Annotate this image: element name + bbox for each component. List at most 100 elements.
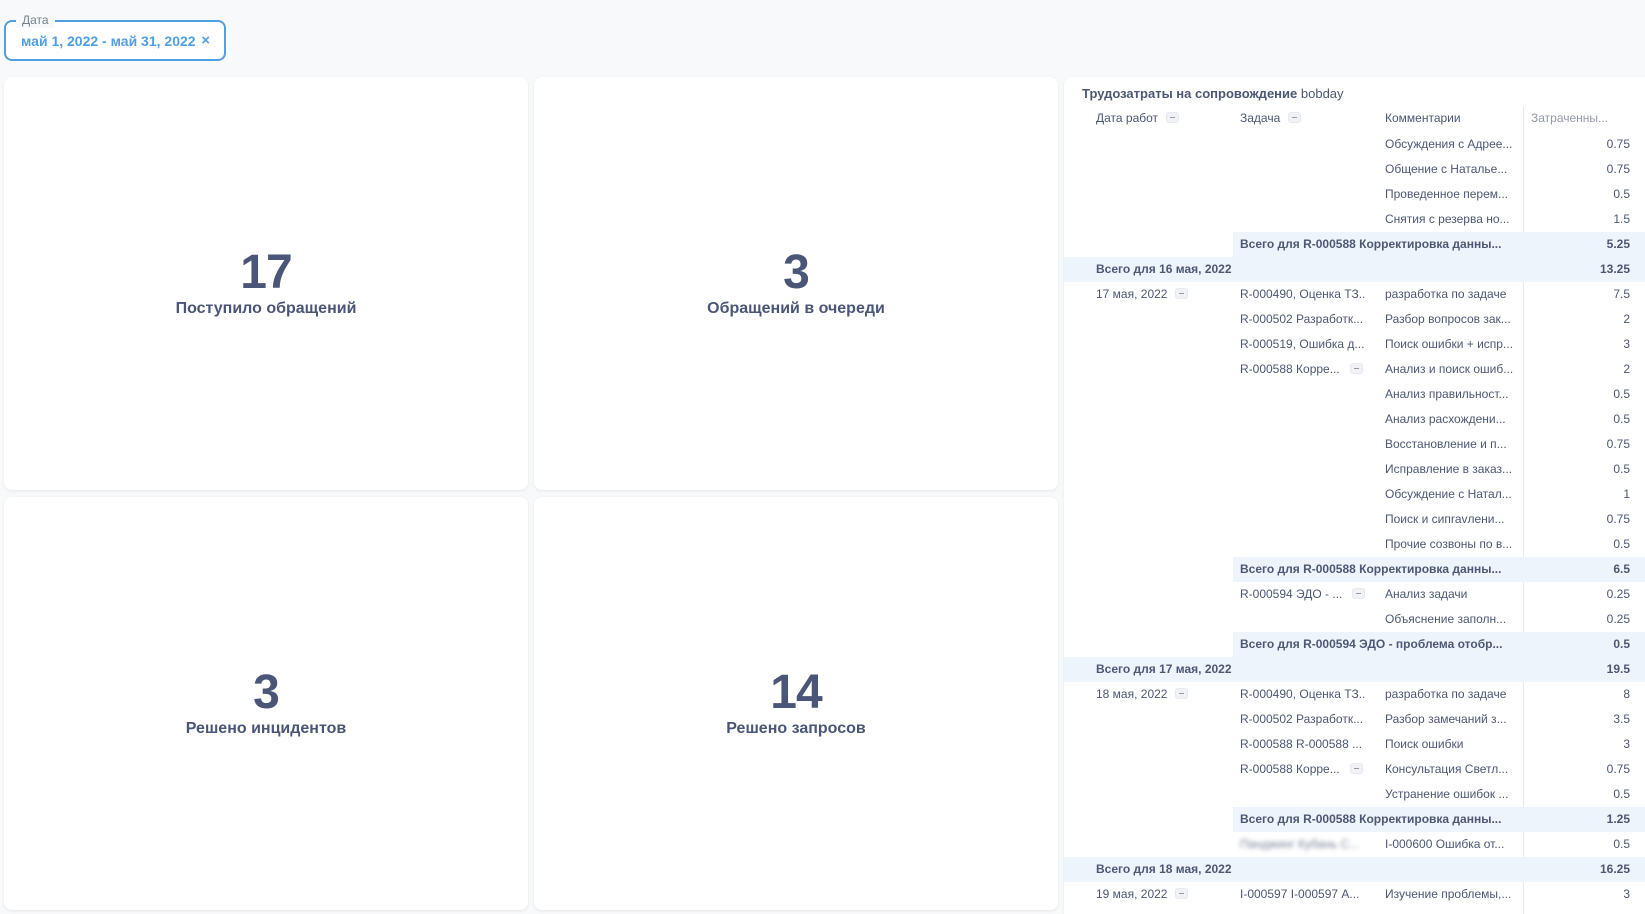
cell-label: Всего для R-000588 Корректировка данны..…: [1240, 812, 1502, 826]
card-incidents[interactable]: 3 Решено инцидентов: [4, 497, 528, 910]
cell-spent: 3.5: [1613, 712, 1630, 726]
cell-spent: 0.75: [1606, 137, 1630, 151]
cell-spent: 13.25: [1599, 262, 1630, 276]
cell-comment: Восстановление и п...: [1385, 437, 1507, 451]
cell-spent: 6.5: [1613, 562, 1630, 576]
subtotal-row[interactable]: Всего для R-000588 Корректировка данны..…: [1064, 807, 1645, 832]
cell-spent: 19.5: [1606, 662, 1630, 676]
table-row[interactable]: R-000588 R-000588 ... Поиск ошибки 3: [1064, 732, 1645, 757]
cell-label: Всего для R-000588 Корректировка данны..…: [1240, 237, 1502, 251]
cell-spent: 1: [1623, 487, 1630, 501]
table-row[interactable]: Объяснение заполн... 0.25: [1064, 607, 1645, 632]
table-header: Дата работ Задача Комментарии Затраченны…: [1064, 107, 1645, 131]
table-row[interactable]: Панджинг Кубань С... I-000600 Ошибка от..…: [1064, 832, 1645, 857]
close-icon[interactable]: ×: [201, 32, 210, 50]
table-row[interactable]: Прочие созвоны по в... 0.5: [1064, 532, 1645, 557]
cell-spent: 1.25: [1606, 812, 1630, 826]
cell-comment: Разбор замечаний з...: [1385, 712, 1507, 726]
total-row[interactable]: Всего для 16 мая, 2022 13.25: [1064, 257, 1645, 282]
column-header-spent[interactable]: Затраченны...: [1531, 111, 1608, 125]
table-row[interactable]: Исправление в заказ... 0.5: [1064, 457, 1645, 482]
cell-comment: Анализ расхождени...: [1385, 412, 1506, 426]
table-row[interactable]: Обсуждения с Адрее... 0.75: [1064, 132, 1645, 157]
cell-spent: 0.75: [1606, 512, 1630, 526]
cell-spent: 0.5: [1613, 387, 1630, 401]
cell-spent: 0.5: [1613, 837, 1630, 851]
collapse-icon[interactable]: [1175, 688, 1189, 700]
table-row[interactable]: Устранение ошибок ... 0.5: [1064, 782, 1645, 807]
cell-comment: Анализ правильност...: [1385, 387, 1509, 401]
scalar-label: Поступило обращений: [175, 300, 357, 317]
cell-task: R-000490, Оценка ТЗ...: [1240, 287, 1365, 301]
cell-task: R-000490, Оценка ТЗ...: [1240, 687, 1365, 701]
collapse-icon[interactable]: [1352, 588, 1366, 600]
cell-comment: Анализ задачи: [1385, 587, 1468, 601]
cell-spent: 0.75: [1606, 162, 1630, 176]
column-header-task[interactable]: Задача: [1240, 111, 1302, 125]
worklog-table-card: Трудозатраты на сопровождение bobday Дат…: [1064, 77, 1645, 914]
date-filter[interactable]: Дата май 1, 2022 - май 31, 2022 ×: [4, 12, 226, 61]
table-row[interactable]: R-000588 Корре... Консультация Светл... 0.…: [1064, 757, 1645, 782]
collapse-icon[interactable]: [1175, 288, 1189, 300]
cell-date: 17 мая, 2022: [1096, 287, 1226, 301]
table-row[interactable]: R-000502 Разработк... Разбор замечаний з.…: [1064, 707, 1645, 732]
column-header-date[interactable]: Дата работ: [1096, 111, 1180, 125]
subtotal-row[interactable]: Всего для R-000588 Корректировка данны..…: [1064, 232, 1645, 257]
scalar-value: 14: [770, 666, 822, 719]
cell-spent: 0.5: [1613, 537, 1630, 551]
cell-comment: Общение с Наталье...: [1385, 162, 1508, 176]
total-row[interactable]: Всего для 17 мая, 2022 19.5: [1064, 657, 1645, 682]
table-row[interactable]: Проведенное перем... 0.5: [1064, 182, 1645, 207]
table-row[interactable]: Анализ расхождени... 0.5: [1064, 407, 1645, 432]
scalar-value: 3: [253, 666, 280, 719]
cell-comment: Проведенное перем...: [1385, 187, 1509, 201]
table-row[interactable]: Восстановление и п... 0.75: [1064, 432, 1645, 457]
cell-task: R-000588 Корре...: [1240, 762, 1380, 776]
table-row[interactable]: R-000502 Разработк... Разбор вопросов зак…: [1064, 307, 1645, 332]
cell-task: R-000502 Разработк...: [1240, 712, 1364, 726]
cell-task: R-000519, Ошибка д...: [1240, 337, 1365, 351]
cell-spent: 0.25: [1606, 587, 1630, 601]
cell-comment: Исправление в заказ...: [1385, 462, 1513, 476]
date-filter-label: Дата: [16, 12, 55, 28]
table-row[interactable]: 18 мая, 2022 R-000490, Оценка ТЗ... разраб…: [1064, 682, 1645, 707]
cell-task: Панджинг Кубань С...: [1240, 837, 1360, 851]
scalar-value: 3: [783, 246, 810, 299]
cell-comment: Изучение проблемы,...: [1385, 887, 1512, 901]
card-requests[interactable]: 14 Решено запросов: [534, 497, 1058, 910]
table-title[interactable]: Трудозатраты на сопровождение bobday: [1082, 86, 1344, 101]
card-queue[interactable]: 3 Обращений в очереди: [534, 77, 1058, 490]
table-row[interactable]: Поиск и сипravлени... 0.75: [1064, 507, 1645, 532]
collapse-icon[interactable]: [1175, 888, 1189, 900]
table-row[interactable]: R-000594 ЭДО - ... Анализ задачи 0.25: [1064, 582, 1645, 607]
subtotal-row[interactable]: Всего для R-000594 ЭДО - проблема отобр.…: [1064, 632, 1645, 657]
table-row[interactable]: Снятия с резерва но... 1.5: [1064, 207, 1645, 232]
cell-spent: 0.25: [1606, 612, 1630, 626]
cell-spent: 1.5: [1613, 212, 1630, 226]
cell-label: Всего для 17 мая, 2022: [1096, 662, 1232, 676]
table-row[interactable]: R-000588 Корре... Анализ и поиск ошиб... 2: [1064, 357, 1645, 382]
cell-spent: 3: [1623, 887, 1630, 901]
subtotal-row[interactable]: Всего для R-000588 Корректировка данны..…: [1064, 557, 1645, 582]
collapse-icon[interactable]: [1166, 112, 1180, 124]
total-row[interactable]: Всего для 18 мая, 2022 16.25: [1064, 857, 1645, 882]
table-row[interactable]: 17 мая, 2022 R-000490, Оценка ТЗ... разраб…: [1064, 282, 1645, 307]
scalar-label: Обращений в очереди: [707, 300, 885, 317]
cell-comment: Поиск ошибки: [1385, 737, 1464, 751]
collapse-icon[interactable]: [1349, 363, 1363, 375]
card-incoming[interactable]: 17 Поступило обращений: [4, 77, 528, 490]
table-row[interactable]: 19 мая, 2022 I-000597 I-000597 А... Изучен…: [1064, 882, 1645, 907]
column-header-comment[interactable]: Комментарии: [1385, 111, 1461, 125]
table-row[interactable]: Анализ правильност... 0.5: [1064, 382, 1645, 407]
cell-comment: Устранение ошибок ...: [1385, 787, 1509, 801]
table-row[interactable]: Общение с Наталье... 0.75: [1064, 157, 1645, 182]
collapse-icon[interactable]: [1288, 112, 1302, 124]
cell-comment: Прочие созвоны по в...: [1385, 537, 1513, 551]
cell-date: 18 мая, 2022: [1096, 687, 1226, 701]
collapse-icon[interactable]: [1349, 763, 1363, 775]
table-row[interactable]: R-000519, Ошибка д... Поиск ошибки + испр…: [1064, 332, 1645, 357]
cell-task: R-000502 Разработк...: [1240, 312, 1364, 326]
table-row[interactable]: Обсуждение с Натал... 1: [1064, 482, 1645, 507]
cell-comment: разработка по задаче: [1385, 687, 1507, 701]
date-filter-value[interactable]: май 1, 2022 - май 31, 2022: [21, 33, 196, 49]
